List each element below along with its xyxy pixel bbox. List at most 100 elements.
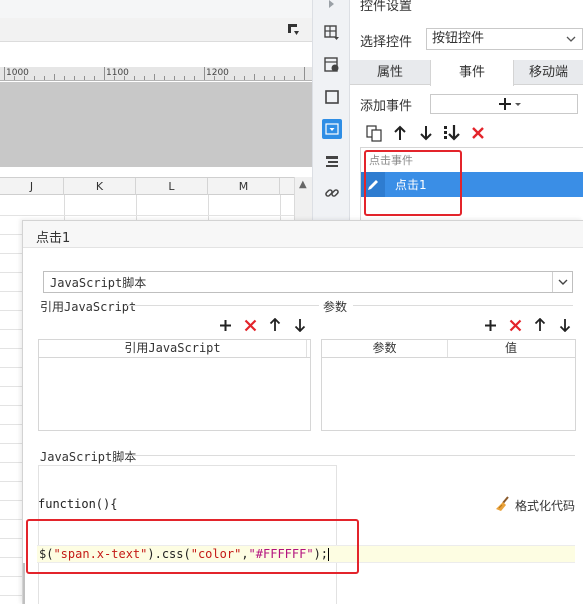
ruler-label: 1100 <box>106 68 129 78</box>
ruler-tick <box>254 74 255 80</box>
chevron-down-icon[interactable] <box>552 272 572 292</box>
widget-layout-icon[interactable] <box>322 23 342 43</box>
chevron-down-icon <box>566 29 576 57</box>
column-header: 引用JavaScript <box>39 340 307 357</box>
collapse-arrow-icon[interactable] <box>322 0 342 14</box>
hyperlink-icon[interactable] <box>322 183 342 203</box>
ruler-tick <box>94 76 95 80</box>
move-down-icon[interactable] <box>557 317 573 333</box>
column-header[interactable]: L <box>136 178 208 195</box>
copy-icon[interactable] <box>364 123 384 143</box>
horizontal-ruler: 1000 1100 1200 <box>0 67 312 81</box>
script-section-label: JavaScript脚本 <box>40 450 137 464</box>
move-to-bottom-icon[interactable] <box>442 123 462 143</box>
control-type-select[interactable]: 按钮控件 <box>426 28 583 50</box>
ruler-tick <box>44 76 45 80</box>
plus-icon <box>497 96 513 115</box>
ruler-tick <box>114 76 115 80</box>
column-header[interactable]: K <box>64 178 136 195</box>
ruler-tick <box>164 76 165 80</box>
side-icon-strip <box>312 0 350 230</box>
plus-icon[interactable] <box>217 317 233 333</box>
condition-attribute-icon[interactable] <box>322 151 342 171</box>
add-event-button[interactable] <box>430 94 578 114</box>
ruler-tick <box>234 76 235 80</box>
tab-events[interactable]: 事件 <box>430 60 514 86</box>
params-table-header: 参数 值 <box>322 340 575 358</box>
params-section-label: 参数 <box>323 300 348 314</box>
canvas-area <box>0 82 312 167</box>
ruler-tick <box>104 67 105 80</box>
panel-title: 控件设置 <box>360 0 413 14</box>
ruler-tick <box>64 76 65 80</box>
grid-row-line <box>0 215 294 216</box>
ruler-tick <box>174 76 175 80</box>
ruler-label: 1000 <box>6 68 29 78</box>
broom-icon <box>495 496 511 515</box>
control-type-value: 按钮控件 <box>432 31 485 46</box>
move-up-icon[interactable] <box>532 317 548 333</box>
format-code-button[interactable]: 格式化代码 <box>495 496 575 515</box>
ref-js-toolbar <box>217 317 308 333</box>
cell-attribute-icon[interactable] <box>322 55 342 75</box>
format-code-label: 格式化代码 <box>515 499 576 513</box>
move-up-icon[interactable] <box>267 317 283 333</box>
move-down-icon[interactable] <box>416 123 436 143</box>
ruler-tick <box>184 76 185 80</box>
ruler-tick <box>34 76 35 80</box>
cell-element-icon[interactable] <box>322 87 342 107</box>
select-control-label: 选择控件 <box>360 35 413 50</box>
tab-mobile[interactable]: 移动端 <box>514 60 583 85</box>
dropdown-arrow-icon <box>515 98 521 113</box>
ruler-tick <box>224 76 225 80</box>
params-toolbar <box>482 317 573 333</box>
top-strip <box>0 0 312 18</box>
ruler-tick <box>54 74 55 80</box>
ref-js-table-header: 引用JavaScript <box>39 340 310 358</box>
designer-toolbar <box>0 18 312 42</box>
move-up-icon[interactable] <box>390 123 410 143</box>
ruler-tick <box>4 67 5 80</box>
delete-icon[interactable] <box>468 123 488 143</box>
add-event-label: 添加事件 <box>360 99 413 114</box>
ruler-tick <box>194 76 195 80</box>
ruler-tick <box>284 76 285 80</box>
ruler-tick <box>144 76 145 80</box>
dialog-title: 点击1 <box>36 231 71 246</box>
column-header-row: J K L M <box>0 177 294 195</box>
dialog-header: 点击1 <box>23 221 583 248</box>
ruler-tick <box>154 74 155 80</box>
panel-tabs: 属性 事件 移动端 <box>350 60 583 86</box>
widget-settings-icon[interactable] <box>322 119 342 139</box>
ref-js-table[interactable]: 引用JavaScript <box>38 339 311 431</box>
tab-attributes[interactable]: 属性 <box>350 60 430 85</box>
ruler-label: 1200 <box>206 68 229 78</box>
column-header[interactable]: J <box>0 178 64 195</box>
function-header: function(){ <box>38 497 118 511</box>
plus-icon[interactable] <box>482 317 498 333</box>
event-type-select[interactable]: JavaScript脚本 <box>43 271 573 293</box>
ref-js-section-label: 引用JavaScript <box>40 300 137 314</box>
column-header: 值 <box>504 341 517 355</box>
ruler-tick <box>124 76 125 80</box>
highlight-box <box>26 519 359 574</box>
highlight-box <box>364 150 462 216</box>
ruler-tick <box>304 67 305 80</box>
delete-icon[interactable] <box>242 317 258 333</box>
ruler-tick <box>74 76 75 80</box>
ruler-tick <box>264 76 265 80</box>
scroll-up-icon[interactable]: ▲ <box>299 179 307 190</box>
editor-left-edge <box>23 563 25 604</box>
ruler-tick <box>214 76 215 80</box>
ruler-tick <box>84 76 85 80</box>
delete-icon[interactable] <box>507 317 523 333</box>
event-toolbar <box>364 122 488 144</box>
ruler-tick <box>294 76 295 80</box>
params-table[interactable]: 参数 值 <box>321 339 576 431</box>
ruler-tick <box>14 76 15 80</box>
freeze-pane-icon[interactable] <box>288 24 300 36</box>
move-down-icon[interactable] <box>292 317 308 333</box>
column-header[interactable]: M <box>208 178 280 195</box>
ruler-tick <box>274 76 275 80</box>
column-header: 参数 <box>322 340 448 357</box>
